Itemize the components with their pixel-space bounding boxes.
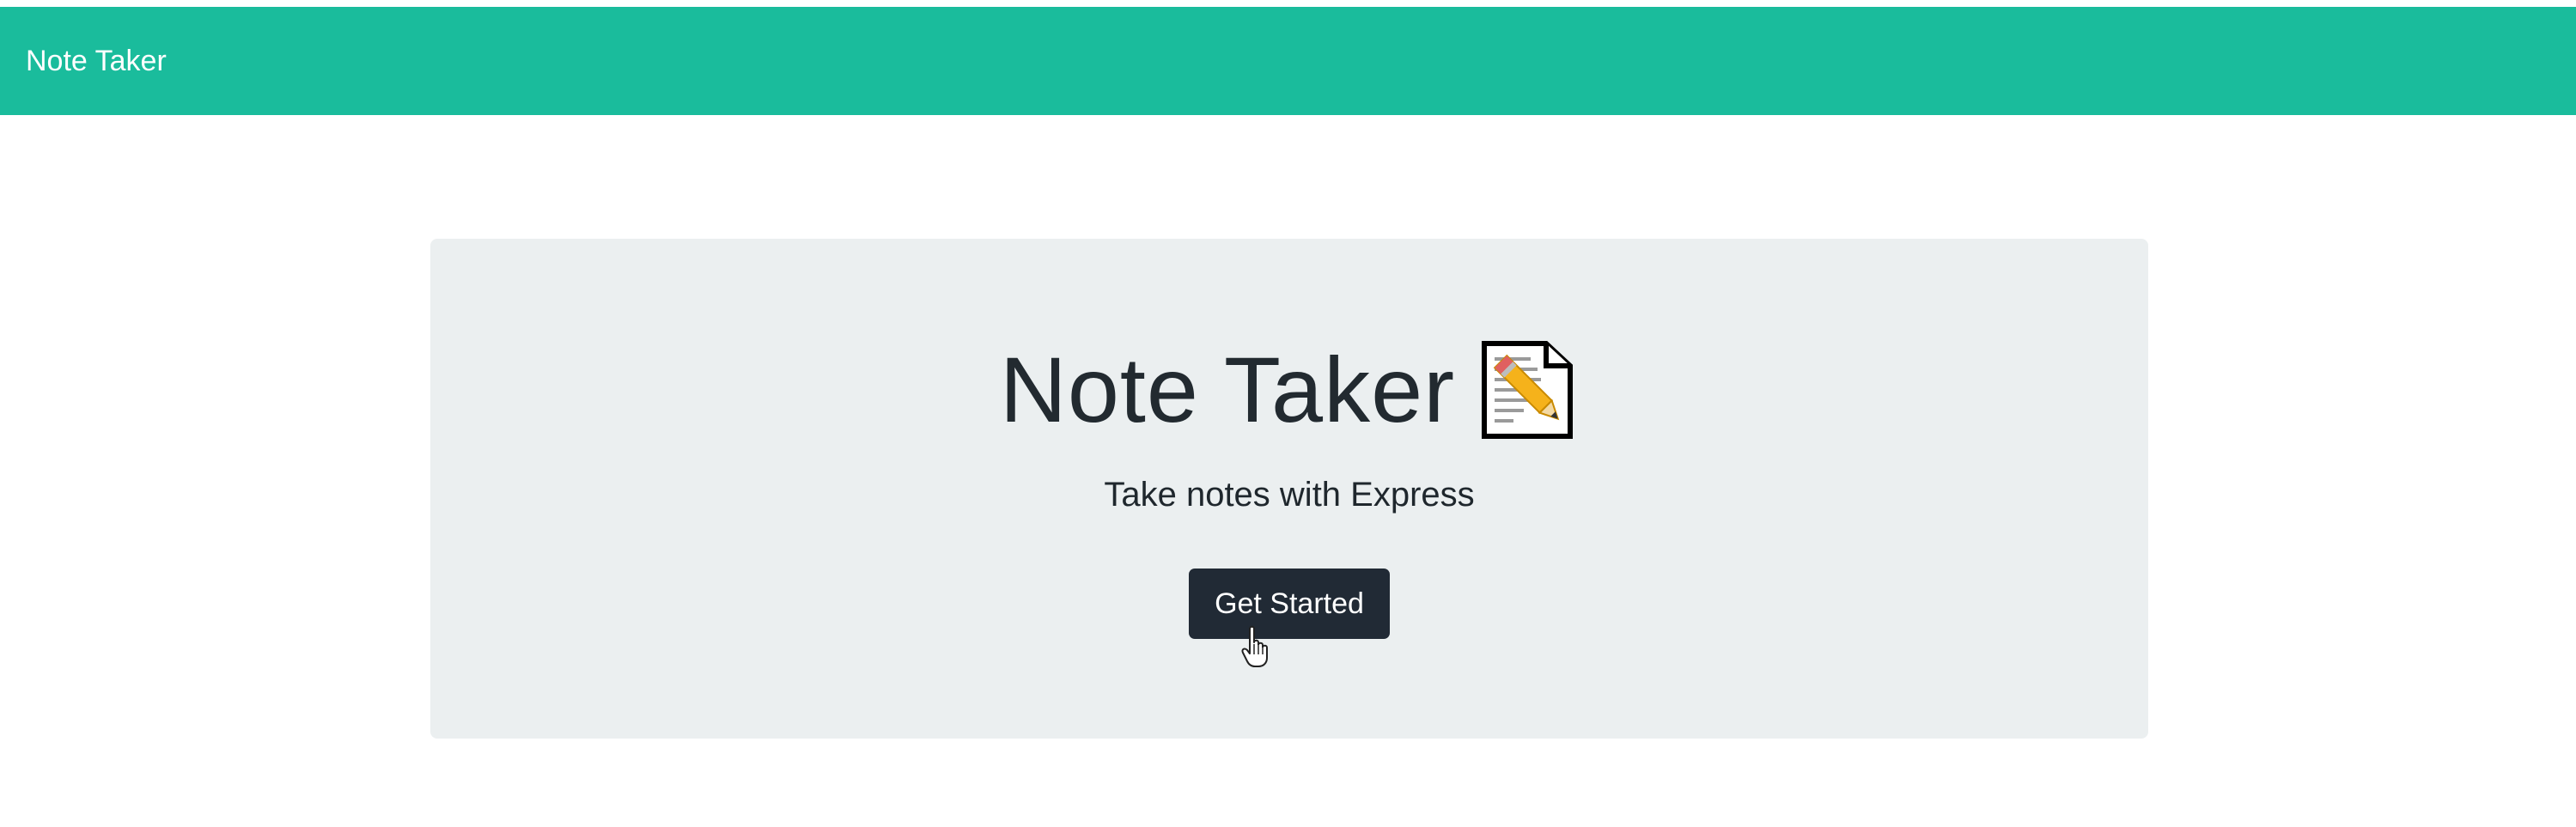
hero-title: Note Taker (999, 337, 1456, 441)
page: Note Taker Note Taker Take notes with Ex… (0, 0, 2576, 827)
navbar-brand[interactable]: Note Taker (26, 45, 167, 78)
get-started-button[interactable]: Get Started (1189, 569, 1390, 639)
hero-jumbotron: Note Taker Take notes with Express Get S… (430, 239, 2148, 739)
hero-title-row: Note Taker (430, 340, 2148, 440)
navbar: Note Taker (0, 7, 2576, 115)
memo-icon (1479, 340, 1579, 440)
hero-subtitle: Take notes with Express (1104, 476, 1475, 514)
